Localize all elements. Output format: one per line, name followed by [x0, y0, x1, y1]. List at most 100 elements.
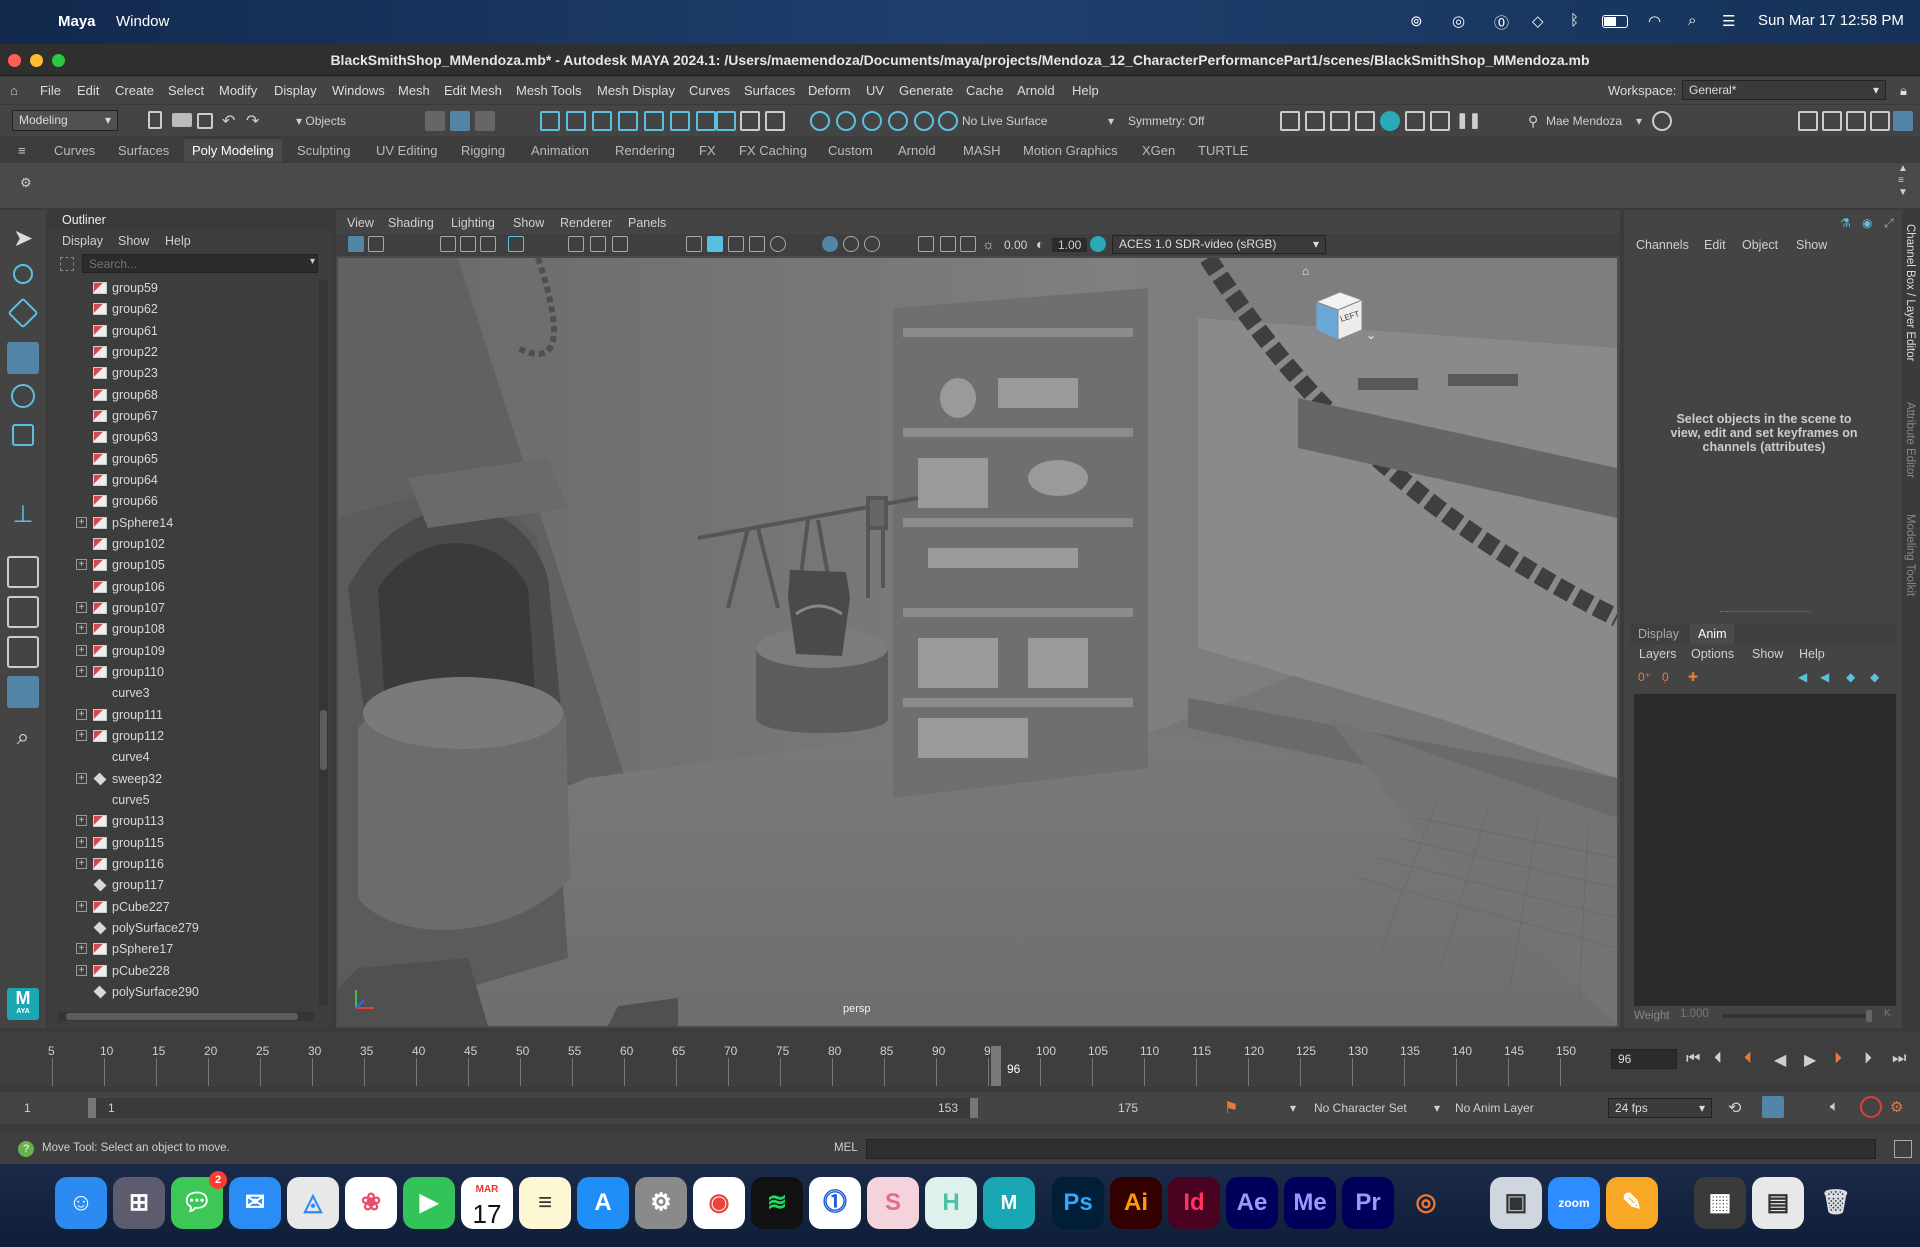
- outliner-item[interactable]: + pSphere14: [48, 513, 316, 534]
- finder-icon[interactable]: ☺: [55, 1177, 107, 1229]
- app-menu-maya[interactable]: Maya: [58, 13, 96, 30]
- expand-icon[interactable]: +: [76, 516, 87, 528]
- menu-select[interactable]: Select: [168, 83, 204, 98]
- outliner-horizontal-scrollbar[interactable]: [58, 1012, 314, 1021]
- onepassword-icon[interactable]: ⓪: [1494, 12, 1509, 33]
- magnet-surface-icon[interactable]: [914, 111, 934, 131]
- range-slider[interactable]: 1 153: [88, 1098, 978, 1118]
- snap-curve-icon[interactable]: [566, 111, 586, 131]
- range-start-handle[interactable]: [88, 1098, 96, 1118]
- weight-value[interactable]: 1.000: [1680, 1008, 1709, 1020]
- expand-icon[interactable]: +: [76, 729, 87, 741]
- menu-help[interactable]: Help: [1072, 83, 1099, 98]
- menu-surfaces[interactable]: Surfaces: [744, 83, 795, 98]
- channel-menu-channels[interactable]: Channels: [1636, 238, 1689, 252]
- expand-icon[interactable]: +: [76, 772, 87, 784]
- outliner-item[interactable]: polySurface279: [48, 918, 316, 939]
- s-app-icon[interactable]: S: [867, 1177, 919, 1229]
- outliner-item[interactable]: curve5: [48, 790, 316, 811]
- layer-tab-display[interactable]: Display: [1638, 627, 1679, 641]
- command-line-input[interactable]: [866, 1139, 1876, 1159]
- shelf-tab-surfaces[interactable]: Surfaces: [118, 143, 169, 158]
- padlock-icon[interactable]: [740, 111, 760, 131]
- expand-icon[interactable]: +: [76, 708, 87, 720]
- illustrator-icon[interactable]: Ai: [1110, 1177, 1162, 1229]
- ambient-occlusion-icon[interactable]: [843, 236, 859, 252]
- mel-label[interactable]: MEL: [834, 1142, 858, 1154]
- grease-pencil-icon[interactable]: [508, 236, 524, 252]
- viewport-menu-view[interactable]: View: [347, 216, 374, 230]
- snap-view-plane-icon[interactable]: [618, 111, 638, 131]
- snap-point-icon[interactable]: [592, 111, 612, 131]
- outliner-item[interactable]: + group109: [48, 641, 316, 662]
- layer-menu-options[interactable]: Options: [1691, 647, 1734, 661]
- creative-cloud-icon[interactable]: ⊚: [1410, 12, 1423, 30]
- collapse-icon[interactable]: ⤢: [1884, 216, 1894, 231]
- save-scene-icon[interactable]: [197, 113, 213, 129]
- side-tab-modeling-toolkit[interactable]: Modeling Toolkit: [1904, 514, 1916, 596]
- move-tool-icon[interactable]: [7, 342, 39, 374]
- pause-icon[interactable]: ❚❚: [1456, 111, 1481, 129]
- network-icon[interactable]: ◎: [1452, 12, 1465, 30]
- workspace-dropdown[interactable]: General* ▾: [1682, 80, 1886, 100]
- shelf-tab-fx-caching[interactable]: FX Caching: [739, 143, 807, 158]
- select-tool-icon[interactable]: ➤: [7, 224, 39, 256]
- dropbox-icon[interactable]: ◇: [1532, 12, 1544, 30]
- auto-key-icon[interactable]: ⚑: [1224, 1098, 1238, 1118]
- shelf-tab-sculpting[interactable]: Sculpting: [297, 143, 350, 158]
- outliner-item[interactable]: + group115: [48, 833, 316, 854]
- maya-app-icon[interactable]: M: [983, 1177, 1035, 1229]
- user-icon[interactable]: ⚲: [1528, 113, 1538, 130]
- menu-window[interactable]: Window: [116, 13, 169, 30]
- toggle-channel-box-icon[interactable]: [1870, 111, 1890, 131]
- outliner-item[interactable]: + group107: [48, 598, 316, 619]
- menu-arnold[interactable]: Arnold: [1017, 83, 1055, 98]
- move-layer-down-icon[interactable]: ◀: [1820, 670, 1829, 684]
- control-center-icon[interactable]: ☰: [1722, 12, 1735, 30]
- menu-uv[interactable]: UV: [866, 83, 884, 98]
- shelf-settings-icon[interactable]: ⚙: [20, 175, 32, 191]
- outliner-item[interactable]: + group105: [48, 555, 316, 576]
- outliner-item[interactable]: + group113: [48, 811, 316, 832]
- ipr-render-icon[interactable]: [1305, 111, 1325, 131]
- messages-icon[interactable]: 💬︎ 2: [171, 1171, 227, 1229]
- go-to-start-icon[interactable]: ⏮: [1686, 1050, 1700, 1068]
- select-by-hierarchy-icon[interactable]: [425, 111, 445, 131]
- menu-curves[interactable]: Curves: [689, 83, 730, 98]
- wireframe-on-shaded-icon[interactable]: [728, 236, 744, 252]
- toggle-layer-editor-icon[interactable]: [1893, 111, 1913, 131]
- step-forward-frame-icon[interactable]: ⏵: [1864, 1050, 1872, 1068]
- outliner-item[interactable]: curve3: [48, 683, 316, 704]
- anim-prefs-icon[interactable]: ⚙: [1890, 1098, 1903, 1116]
- clock[interactable]: Sun Mar 17 12:58 PM: [1758, 12, 1904, 29]
- live-surface-field[interactable]: No Live Surface: [962, 114, 1047, 128]
- open-scene-icon[interactable]: [172, 113, 192, 127]
- shelf-tab-custom[interactable]: Custom: [828, 143, 873, 158]
- isolate-select-icon[interactable]: [918, 236, 934, 252]
- outliner-item[interactable]: group65: [48, 449, 316, 470]
- single-perspective-layout-icon[interactable]: [7, 556, 39, 588]
- redo-icon[interactable]: ↷: [246, 111, 259, 131]
- shelf-menu-icon[interactable]: ≡: [18, 143, 26, 158]
- sound-icon[interactable]: 🔈︎: [1830, 1098, 1839, 1115]
- outliner-menu-show[interactable]: Show: [118, 234, 149, 248]
- search-icon[interactable]: ⌕: [7, 724, 39, 756]
- menu-generate[interactable]: Generate: [899, 83, 953, 98]
- toggle-modeling-toolkit-icon[interactable]: [1798, 111, 1818, 131]
- resolution-gate-icon[interactable]: [612, 236, 628, 252]
- render-current-frame-icon[interactable]: [1280, 111, 1300, 131]
- menu-deform[interactable]: Deform: [808, 83, 851, 98]
- expand-icon[interactable]: +: [76, 900, 87, 912]
- media-encoder-icon[interactable]: Me: [1284, 1177, 1336, 1229]
- viewcube[interactable]: LEFT: [1310, 288, 1368, 344]
- anim-layer-dropdown[interactable]: No Anim Layer: [1455, 1101, 1534, 1115]
- maps-icon[interactable]: ◬: [287, 1177, 339, 1229]
- select-camera-icon[interactable]: [348, 236, 364, 252]
- side-tab-attribute-editor[interactable]: Attribute Editor: [1904, 402, 1916, 478]
- step-back-key-icon[interactable]: ⏴: [1744, 1050, 1752, 1068]
- outliner-item[interactable]: curve4: [48, 747, 316, 768]
- outliner-layout-icon[interactable]: [7, 676, 39, 708]
- premiere-icon[interactable]: Pr: [1342, 1177, 1394, 1229]
- outliner-item[interactable]: + pSphere17: [48, 939, 316, 960]
- menu-windows[interactable]: Windows: [332, 83, 385, 98]
